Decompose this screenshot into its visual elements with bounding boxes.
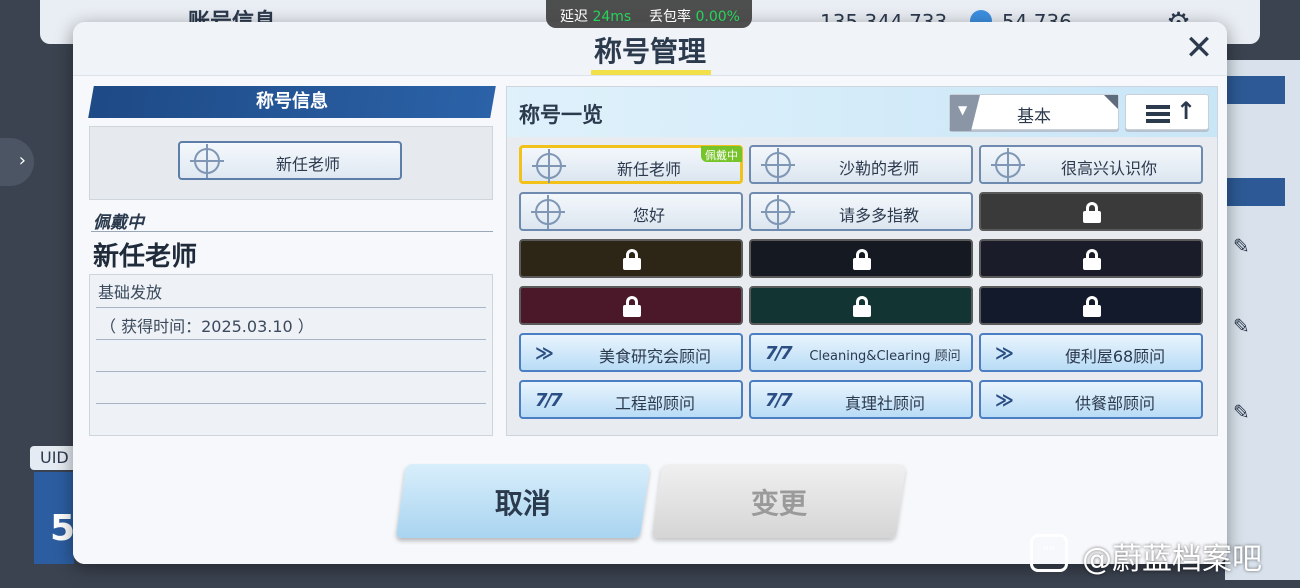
title-card[interactable]: 很高兴认识你 [979, 145, 1203, 184]
level-badge: 5 [34, 472, 75, 564]
title-info-header: 称号信息 [88, 86, 496, 118]
club-logo-icon: ≫ [995, 343, 1014, 364]
title-management-dialog: 称号管理 ✕ 称号信息 新任老师 佩戴中 新任老师 基础发放 （ 获得时间：20… [73, 22, 1227, 564]
dialog-header: 称号管理 ✕ [73, 22, 1227, 76]
arrow-up-icon: ↑ [1176, 97, 1197, 125]
close-icon: ✕ [1184, 28, 1214, 68]
title-preview: 新任老师 [178, 141, 402, 180]
title-emblem-icon [761, 195, 795, 229]
lock-icon [1083, 296, 1101, 317]
watermark-text: @蔚蓝档案吧 [1082, 542, 1262, 577]
title-card[interactable] [979, 192, 1203, 231]
title-card[interactable]: 您好 [519, 192, 743, 231]
title-card-label: 真理社顾问 [844, 394, 925, 413]
equipped-badge: 佩戴中 [701, 146, 742, 162]
title-card[interactable]: 请多多指教 [749, 192, 973, 231]
divider [91, 231, 493, 232]
dialog-title: 称号管理 [593, 35, 706, 68]
sort-button[interactable]: ↑ [1125, 94, 1209, 130]
filter-dropdown[interactable]: ▼ 基本 [949, 94, 1119, 131]
title-card-label: 沙勒的老师 [838, 159, 919, 178]
club-logo-icon: 7/7 [535, 390, 563, 411]
title-card[interactable]: 沙勒的老师 [749, 145, 973, 184]
title-card[interactable] [749, 239, 973, 278]
edit-icon: ✎ [1233, 234, 1250, 258]
close-button[interactable]: ✕ [1181, 30, 1217, 66]
title-card[interactable] [519, 239, 743, 278]
title-list-panel: 称号一览 ▼ 基本 ↑ 新任老师 佩戴中 沙勒的老师 很高兴认识你您好 请多多指教 ≫ 美食… [506, 86, 1218, 436]
sort-ascending-icon [1146, 105, 1170, 123]
club-logo-icon: ≫ [995, 390, 1014, 411]
title-card-label: 您好 [632, 206, 665, 225]
title-preview-label: 新任老师 [275, 155, 340, 174]
title-card[interactable]: 7/7 Cleaning&Clearing 顾问 [749, 333, 973, 372]
title-card-label: 美食研究会顾问 [598, 347, 711, 366]
background-blue-tab [1225, 76, 1285, 104]
title-card[interactable] [749, 286, 973, 325]
title-info-header-label: 称号信息 [256, 91, 328, 112]
change-button[interactable]: 变更 [651, 464, 907, 538]
title-card[interactable] [519, 286, 743, 325]
packet-loss-label: 丢包率 [649, 9, 692, 25]
lock-icon [853, 296, 871, 317]
title-emblem-icon [532, 149, 566, 183]
detail-heading: 基础发放 [98, 283, 163, 302]
dialog-body: 称号信息 新任老师 佩戴中 新任老师 基础发放 （ 获得时间：2025.03.1… [73, 76, 1227, 564]
club-logo-icon: 7/7 [765, 343, 793, 364]
cancel-button-label: 取消 [494, 487, 551, 520]
title-emblem-icon [761, 148, 795, 182]
divider [96, 339, 486, 340]
cancel-button[interactable]: 取消 [395, 464, 651, 538]
lock-icon [853, 249, 871, 270]
divider [96, 307, 486, 308]
latency-label: 延迟 [560, 9, 588, 25]
title-card-label: 供餐部顾问 [1074, 394, 1155, 413]
background-right-panel: ✎ ✎ ✎ [1225, 60, 1300, 580]
latency-value: 24ms [592, 9, 632, 25]
lock-icon [1083, 249, 1101, 270]
forum-logo-icon: "" [1030, 534, 1068, 572]
title-card-label: Cleaning&Clearing 顾问 [809, 349, 961, 364]
title-card[interactable] [979, 239, 1203, 278]
network-status-bar: 延迟 24ms 丢包率 0.00% [546, 0, 752, 28]
packet-loss-value: 0.00% [695, 9, 740, 25]
title-list-header: 称号一览 ▼ 基本 ↑ [507, 87, 1217, 137]
equipped-title-name: 新任老师 [93, 242, 198, 272]
edit-icon: ✎ [1233, 314, 1250, 338]
equipped-label: 佩戴中 [93, 213, 144, 233]
title-card[interactable]: ≫ 供餐部顾问 [979, 380, 1203, 419]
title-card[interactable]: 7/7 真理社顾问 [749, 380, 973, 419]
dropdown-corner-icon [1104, 95, 1118, 109]
lock-icon [1083, 202, 1101, 223]
title-card-label: 便利屋68顾问 [1064, 347, 1166, 366]
background-blue-tab [1225, 178, 1285, 206]
title-card-label: 很高兴认识你 [1060, 159, 1157, 178]
title-underline [591, 70, 711, 75]
club-logo-icon: ≫ [535, 343, 554, 364]
title-card[interactable]: ≫ 美食研究会顾问 [519, 333, 743, 372]
divider [96, 371, 486, 372]
title-card[interactable]: 新任老师 佩戴中 [519, 145, 743, 184]
title-emblem-icon [531, 195, 565, 229]
title-card[interactable] [979, 286, 1203, 325]
edit-icon: ✎ [1233, 400, 1250, 424]
title-preview-box: 新任老师 [89, 126, 493, 200]
side-expand-tab[interactable]: › [0, 138, 34, 186]
title-emblem-icon [991, 148, 1025, 182]
divider [96, 403, 486, 404]
title-card[interactable]: 7/7 工程部顾问 [519, 380, 743, 419]
lock-icon [623, 249, 641, 270]
lock-icon [623, 296, 641, 317]
title-card-label: 工程部顾问 [614, 394, 695, 413]
filter-label: 基本 [1017, 107, 1051, 127]
title-card-label: 请多多指教 [838, 206, 919, 225]
title-detail-box: 基础发放 （ 获得时间：2025.03.10 ） [89, 274, 493, 436]
acquired-date: （ 获得时间：2025.03.10 ） [100, 317, 314, 336]
title-emblem-icon [190, 144, 224, 178]
club-logo-icon: 7/7 [765, 390, 793, 411]
title-list-heading: 称号一览 [519, 103, 603, 127]
title-card[interactable]: ≫ 便利屋68顾问 [979, 333, 1203, 372]
change-button-label: 变更 [750, 487, 807, 520]
